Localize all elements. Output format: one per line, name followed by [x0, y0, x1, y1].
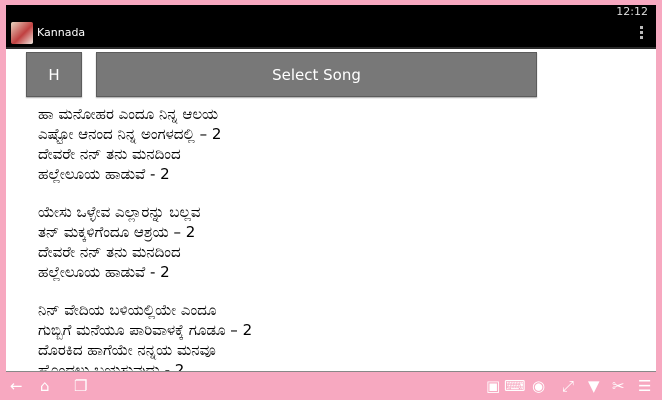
- lyrics-line: ಹಲ್ಲೇಲೂಯ ಹಾಡುವೆ - 2: [38, 263, 170, 281]
- lyrics-line: ಹಾ ಮನೋಹರ ಎಂದೂ ನಿನ್ನ ಆಲಯ: [38, 105, 219, 123]
- lyrics-text: ಹಾ ಮನೋಹರ ಎಂದೂ ನಿನ್ನ ಆಲಯ ಎಷ್ಟೋ ಆನಂದ ನಿನ್ನ…: [38, 104, 638, 398]
- fullscreen-icon[interactable]: ⤢: [562, 378, 574, 394]
- lyrics-line: ನಿನ್ ವೇದಿಯ ಬಳಿಯಲ್ಲಿಯೇ ಎಂದೂ: [38, 301, 217, 319]
- eye-icon[interactable]: ◉: [532, 378, 545, 394]
- lyrics-stanza: ಯೇಸು ಒಳ್ಳೇವ ಎಲ್ಲಾರನ್ನು ಬಲ್ಲವ ತನ್ ಮಕ್ಕಳಿಗ…: [38, 202, 638, 282]
- lyrics-line: ಗುಬ್ಬಿಗೆ ಮನೆಯೂ ಪಾರಿವಾಳಕ್ಕೆ ಗೂಡೂ – 2: [38, 321, 253, 339]
- lyrics-line: ಹಲ್ಲೇಲೂಯ ಹಾಡುವೆ - 2: [38, 165, 170, 183]
- lyrics-line: ತನ್ ಮಕ್ಕಳಿಗೆಂದೂ ಆಶ್ರಯ – 2: [38, 223, 196, 241]
- back-icon[interactable]: ←: [10, 378, 23, 394]
- home-icon[interactable]: ⌂: [40, 378, 50, 394]
- action-bar: Kannada: [6, 19, 656, 49]
- status-bar: 12:12: [6, 5, 656, 19]
- recent-apps-icon[interactable]: ❐: [74, 378, 87, 394]
- frame-right: [656, 0, 662, 372]
- lyrics-line: ದೇವರೇ ನನ್ ತನು ಮನದಿಂದ: [38, 145, 181, 163]
- navigation-bar: ← ⌂ ❐ ▣ ⌨ ◉ ⤢ ▼ ✂ ☰: [0, 372, 662, 400]
- lock-icon[interactable]: ▣: [486, 378, 500, 394]
- cut-icon[interactable]: ✂: [612, 378, 625, 394]
- h-button[interactable]: H: [26, 52, 82, 97]
- location-icon[interactable]: ▼: [588, 378, 600, 394]
- select-song-button[interactable]: Select Song: [96, 52, 537, 97]
- lyrics-stanza: ನಿನ್ ವೇದಿಯ ಬಳಿಯಲ್ಲಿಯೇ ಎಂದೂ ಗುಬ್ಬಿಗೆ ಮನೆಯ…: [38, 300, 638, 380]
- lyrics-line: ಎಷ್ಟೋ ಆನಂದ ನಿನ್ನ ಅಂಗಳದಲ್ಲಿ – 2: [38, 125, 222, 143]
- lyrics-line: ದೊರಕಿದ ಹಾಗೆಯೇ ನನ್ನಯ ಮನವೂ: [38, 341, 216, 359]
- overflow-menu-icon[interactable]: [640, 26, 644, 41]
- menu-icon[interactable]: ☰: [638, 378, 651, 394]
- keyboard-icon[interactable]: ⌨: [504, 378, 526, 394]
- frame-left: [0, 0, 6, 372]
- lyrics-stanza: ಹಾ ಮನೋಹರ ಎಂದೂ ನಿನ್ನ ಆಲಯ ಎಷ್ಟೋ ಆನಂದ ನಿನ್ನ…: [38, 104, 638, 184]
- app-title: Kannada: [37, 26, 86, 39]
- app-logo-icon[interactable]: [11, 22, 33, 44]
- lyrics-line: ದೇವರೇ ನನ್ ತನು ಮನದಿಂದ: [38, 243, 181, 261]
- lyrics-line: ಯೇಸು ಒಳ್ಳೇವ ಎಲ್ಲಾರನ್ನು ಬಲ್ಲವ: [38, 203, 201, 221]
- status-time: 12:12: [616, 5, 648, 18]
